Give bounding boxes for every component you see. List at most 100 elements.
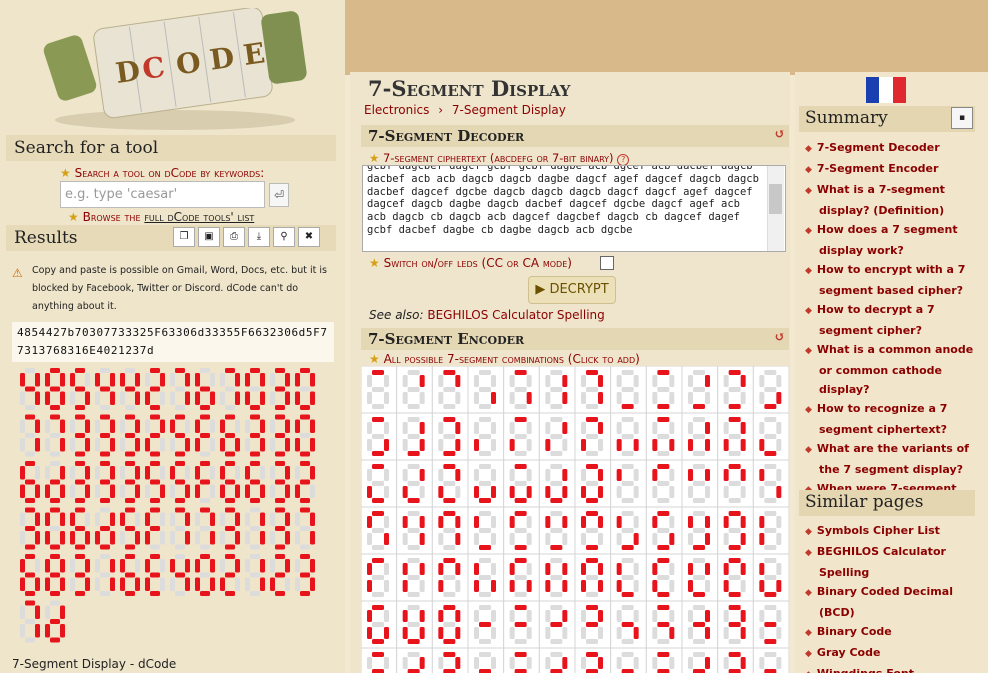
refresh-icon[interactable]: ↺: [774, 330, 785, 345]
summary-link[interactable]: What is a 7-segment display? (Definition…: [817, 183, 945, 217]
summary-link[interactable]: What is a common anode or common cathode…: [817, 343, 973, 396]
segment-d: [250, 544, 260, 550]
copy-icon[interactable]: ❐: [173, 227, 195, 247]
summary-link[interactable]: How to decrypt a 7 segment cipher?: [817, 303, 935, 337]
breadcrumb-electronics[interactable]: Electronics: [364, 103, 429, 117]
pin-icon[interactable]: ⚲: [273, 227, 295, 247]
similar-item[interactable]: ◆Wingdings Font: [805, 664, 977, 673]
segment-f: [220, 373, 225, 387]
collapse-icon[interactable]: ▪: [951, 107, 973, 129]
breadcrumb-current[interactable]: 7-Segment Display: [452, 103, 566, 117]
segment-b: [455, 516, 461, 528]
segment-c: [740, 533, 746, 545]
segment-b: [776, 469, 782, 481]
summary-link[interactable]: How does a 7 segment display work?: [817, 223, 958, 257]
summary-item[interactable]: ◆ What is a 7-segment display? (Definitio…: [805, 180, 977, 220]
star-icon: ★: [369, 151, 380, 165]
segment-c: [562, 439, 568, 451]
summary-item[interactable]: ◆ How to encrypt with a 7 segment based c…: [805, 260, 977, 300]
segment-f: [616, 610, 622, 622]
refresh-icon[interactable]: ↺: [774, 127, 785, 142]
segment-a: [225, 507, 235, 513]
segment-d: [275, 451, 285, 457]
segment-f: [195, 512, 200, 526]
summary-item[interactable]: ◆ What is a common anode or common cathod…: [805, 340, 977, 399]
search-enter-button[interactable]: ⏎: [269, 183, 289, 207]
segment-d: [764, 545, 777, 550]
segment-f: [581, 516, 586, 528]
segment-g: [300, 572, 310, 578]
segment-a: [300, 554, 310, 559]
segment-f: [581, 422, 586, 434]
segment-c: [740, 627, 746, 639]
similar-item[interactable]: ◆ Binary Code: [805, 622, 977, 643]
beghilos-link[interactable]: BEGHILOS Calculator Spelling: [427, 308, 604, 322]
summary-item[interactable]: ◆ 7-Segment Encoder: [805, 159, 977, 180]
segment-digit: [95, 368, 115, 410]
segment-f: [170, 373, 175, 387]
summary-link[interactable]: 7-Segment Decoder: [817, 141, 940, 154]
similar-link[interactable]: Symbols Cipher List: [817, 524, 940, 537]
similar-item[interactable]: ◆ Symbols Cipher List: [805, 521, 977, 542]
segment-a: [657, 417, 670, 422]
scrollbar-thumb[interactable]: [769, 184, 782, 214]
similar-item[interactable]: ◆ BEGHILOS Calculator Spelling: [805, 542, 977, 582]
segment-d: [764, 404, 777, 409]
decrypt-button[interactable]: ▶ DECRYPT: [528, 276, 616, 304]
segment-d: [225, 498, 235, 503]
similar-link[interactable]: BEGHILOS Calculator Spelling: [817, 545, 946, 579]
search-input[interactable]: e.g. type 'caesar': [60, 181, 265, 208]
segment-b: [285, 373, 290, 387]
segment-f: [295, 466, 300, 480]
summary-link[interactable]: How to encrypt with a 7 segment based ci…: [817, 263, 966, 297]
summary-link[interactable]: What are the variants of the 7 segment d…: [817, 442, 969, 476]
french-flag-icon[interactable]: [866, 77, 906, 103]
segment-e: [70, 391, 75, 405]
segment-a: [550, 417, 563, 422]
summary-item[interactable]: ◆ How does a 7 segment display work?: [805, 220, 977, 260]
segment-b: [384, 563, 389, 575]
similar-link[interactable]: Gray Code: [817, 646, 881, 659]
segment-e: [367, 627, 372, 639]
segment-c: [185, 391, 190, 405]
similar-item[interactable]: ◆ Gray Code: [805, 643, 977, 664]
similar-link[interactable]: Wingdings Font: [817, 667, 914, 673]
close-icon[interactable]: ✖: [298, 227, 320, 247]
similar-item[interactable]: ◆ Binary Coded Decimal (BCD): [805, 582, 977, 622]
segment-a: [443, 464, 456, 469]
segment-f: [581, 657, 586, 669]
segment-c: [633, 486, 639, 498]
save-icon[interactable]: ▣: [198, 227, 220, 247]
segment-a: [150, 414, 160, 420]
full-tools-list-link[interactable]: full dCode tools' list: [144, 210, 254, 224]
similar-link[interactable]: Binary Code: [817, 625, 892, 638]
summary-item[interactable]: ◆ How to decrypt a 7 segment cipher?: [805, 300, 977, 340]
summary-item[interactable]: ◆ How to recognize a 7 segment ciphertext…: [805, 399, 977, 439]
segment-digit: [20, 507, 40, 550]
segment-c: [260, 438, 265, 452]
segment-d: [443, 404, 456, 409]
segment-c: [160, 484, 165, 498]
segment-g: [225, 572, 235, 578]
segment-d: [693, 451, 705, 456]
segment-d: [100, 544, 110, 550]
similar-link[interactable]: Binary Coded Decimal (BCD): [817, 585, 953, 619]
summary-link[interactable]: 7-Segment Encoder: [817, 162, 939, 175]
download-icon[interactable]: ⤓: [248, 227, 270, 247]
summary-item[interactable]: ◆ 7-Segment Decoder: [805, 138, 977, 159]
segment-g: [407, 669, 420, 673]
segment-b: [526, 469, 532, 481]
ciphertext-textarea[interactable]: gcbf dagcbef dagcf gcbf gcbf dagbe acb d…: [362, 165, 786, 252]
segment-f: [616, 657, 622, 669]
segment-combinations-grid[interactable]: [361, 366, 789, 673]
switch-leds-checkbox[interactable]: [600, 256, 614, 270]
print-icon[interactable]: ⎙: [223, 227, 245, 247]
segment-c: [260, 484, 265, 498]
dcode-logo[interactable]: D C O D E: [40, 8, 310, 133]
summary-item[interactable]: ◆ What are the variants of the 7 segment …: [805, 439, 977, 479]
segment-e: [438, 533, 444, 545]
segment-e: [438, 486, 444, 498]
segment-g: [75, 433, 85, 438]
summary-link[interactable]: How to recognize a 7 segment ciphertext?: [817, 402, 947, 436]
segment-f: [295, 559, 300, 573]
